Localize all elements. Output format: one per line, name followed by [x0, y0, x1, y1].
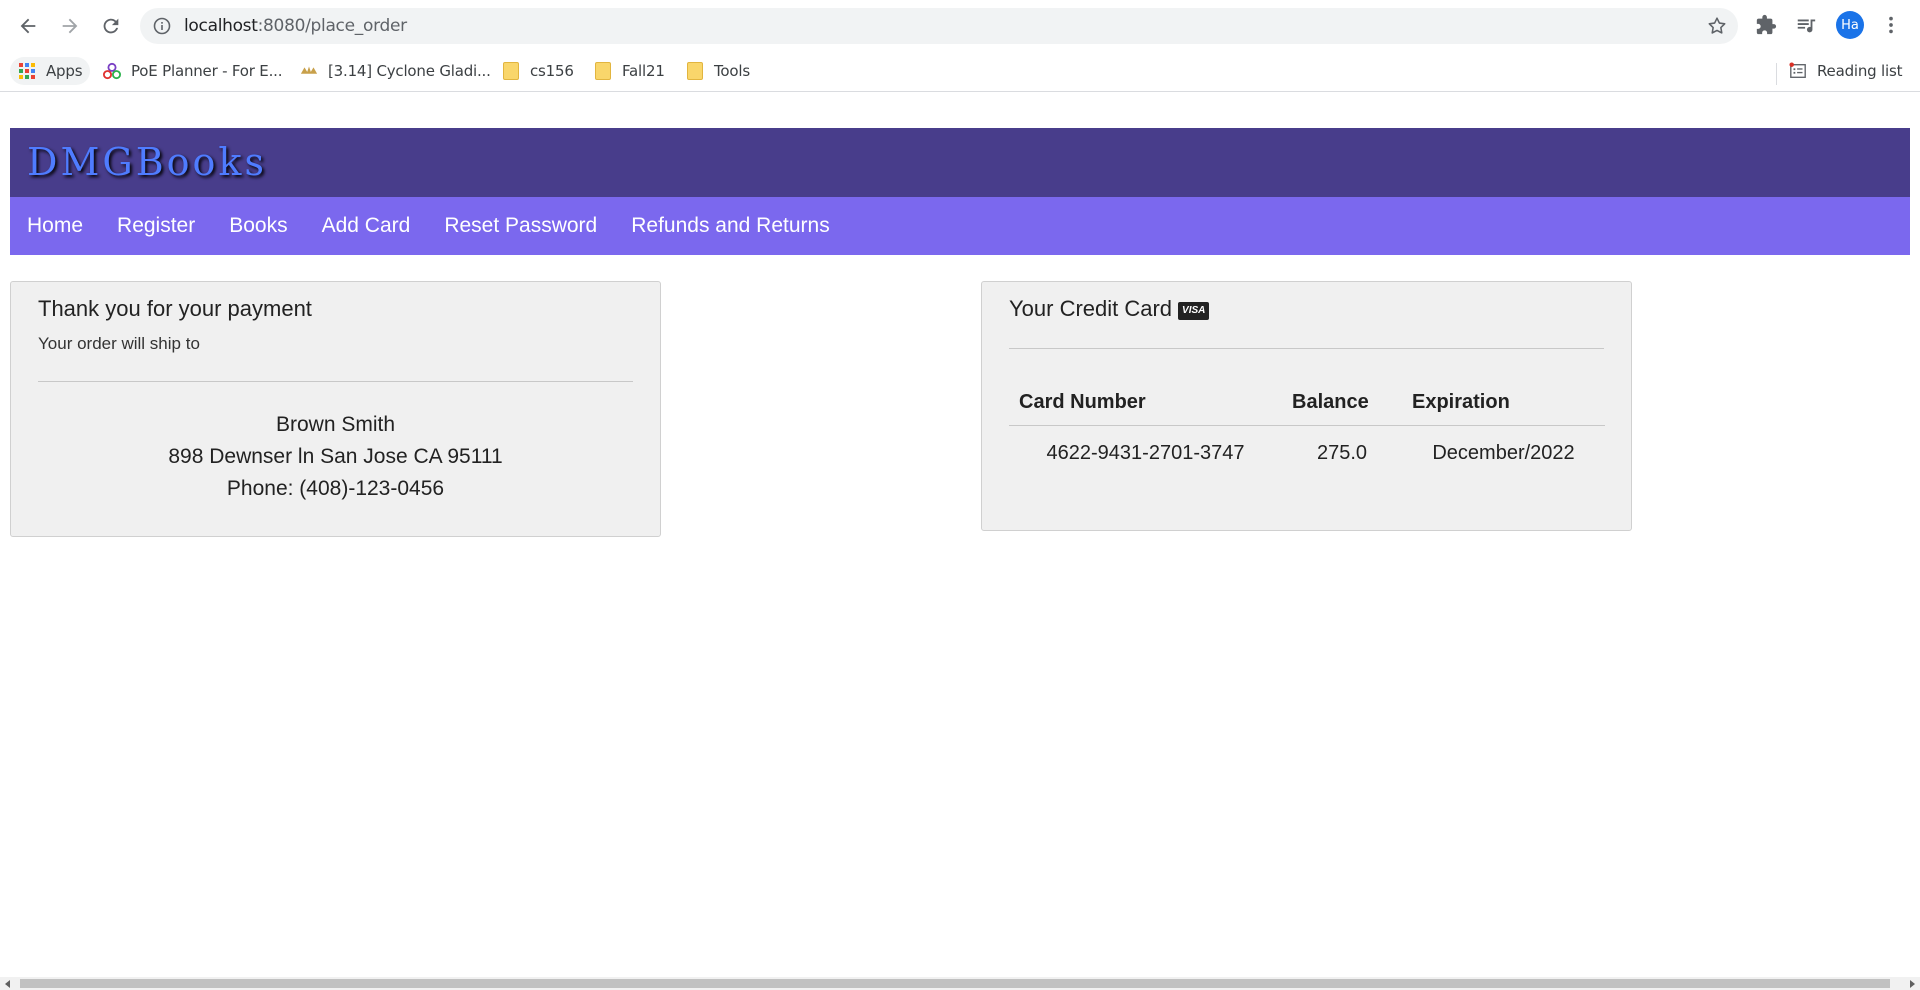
bookmarks-divider	[1776, 63, 1777, 85]
menu-kebab-icon[interactable]	[1878, 12, 1904, 38]
divider	[38, 381, 633, 382]
address-bar[interactable]: localhost:8080/place_order	[140, 8, 1738, 44]
site-nav: Home Register Books Add Card Reset Passw…	[10, 197, 1910, 255]
balance-cell: 275.0	[1316, 442, 1368, 464]
folder-icon	[686, 62, 704, 80]
nav-refunds-returns[interactable]: Refunds and Returns	[631, 214, 829, 238]
recipient-name: Brown Smith	[275, 413, 396, 436]
site-info-icon[interactable]	[152, 16, 172, 36]
url-text[interactable]: localhost:8080/place_order	[184, 16, 407, 36]
bookmarks-bar: Apps PoE Planner - For E... [3.14] Cyclo…	[0, 51, 1920, 92]
forward-arrow-icon	[62, 18, 78, 34]
site-title[interactable]: DMGBooks	[27, 140, 267, 184]
phone-number: Phone: (408)-123-0456	[226, 477, 445, 500]
order-confirmation-panel: Thank you for your payment Your order wi…	[10, 281, 661, 537]
credit-card-panel: Your Credit Card VISA Card Number Balance…	[981, 281, 1632, 531]
reading-list-label: Reading list	[1817, 62, 1903, 80]
back-button[interactable]	[12, 10, 44, 42]
scroll-left-arrow-icon[interactable]	[5, 980, 10, 988]
card-heading: Your Credit Card VISA	[1009, 296, 1210, 322]
shipping-address: Brown Smith 898 Dewnser ln San Jose CA 9…	[11, 409, 660, 505]
bookmark-poe-planner[interactable]: PoE Planner - For E...	[103, 57, 282, 85]
column-header-balance: Balance	[1282, 380, 1402, 426]
media-queue-icon[interactable]	[1793, 12, 1819, 38]
reading-list-icon	[1789, 62, 1807, 80]
nav-books[interactable]: Books	[229, 214, 287, 238]
street-address: 898 Dewnser ln San Jose CA 95111	[168, 445, 503, 468]
poe-forum-icon	[300, 62, 318, 80]
nav-add-card[interactable]: Add Card	[322, 214, 411, 238]
bookmark-label: Apps	[46, 62, 83, 80]
expiration-cell: December/2022	[1432, 442, 1575, 464]
reading-list-button[interactable]: Reading list	[1789, 57, 1902, 85]
scrollbar-thumb[interactable]	[20, 979, 1890, 988]
bookmark-star-icon[interactable]	[1706, 15, 1728, 37]
bookmark-label: Tools	[714, 62, 750, 80]
order-heading: Thank you for your payment	[38, 296, 312, 321]
bookmark-fall21[interactable]: Fall21	[594, 57, 665, 85]
table-header-row: Card Number Balance Expiration	[1009, 380, 1605, 426]
order-subheading: Your order will ship to	[38, 334, 200, 353]
folder-icon	[502, 62, 520, 80]
card-table: Card Number Balance Expiration 4622-9431…	[1009, 380, 1605, 481]
nav-reset-password[interactable]: Reset Password	[444, 214, 597, 238]
browser-toolbar: localhost:8080/place_order Ha	[0, 0, 1920, 51]
card-heading-text: Your Credit Card	[1009, 296, 1173, 321]
apps-grid-icon	[18, 62, 36, 80]
bookmark-tools[interactable]: Tools	[686, 57, 750, 85]
site-header: DMGBooks	[10, 128, 1910, 197]
divider	[1009, 348, 1604, 349]
bookmark-label: [3.14] Cyclone Gladi...	[328, 62, 491, 80]
profile-avatar[interactable]: Ha	[1836, 11, 1864, 39]
visa-icon: VISA	[1178, 302, 1210, 320]
nav-home[interactable]: Home	[27, 214, 83, 238]
url-host: localhost	[184, 16, 258, 36]
nav-register[interactable]: Register	[117, 214, 195, 238]
bookmark-cs156[interactable]: cs156	[502, 57, 574, 85]
horizontal-scrollbar[interactable]	[0, 977, 1920, 990]
back-arrow-icon	[20, 18, 36, 34]
reload-icon	[103, 18, 119, 34]
reload-button[interactable]	[95, 10, 127, 42]
url-path: :8080/place_order	[257, 16, 407, 36]
table-row: 4622-9431-2701-3747 275.0 December/2022	[1009, 426, 1605, 482]
bookmark-cyclone-gladiator[interactable]: [3.14] Cyclone Gladi...	[300, 57, 491, 85]
bookmark-label: cs156	[530, 62, 574, 80]
poe-planner-icon	[103, 62, 121, 80]
folder-icon	[594, 62, 612, 80]
column-header-card-number: Card Number	[1009, 380, 1282, 426]
column-header-expiration: Expiration	[1402, 380, 1605, 426]
bookmark-label: Fall21	[622, 62, 665, 80]
scroll-right-arrow-icon[interactable]	[1910, 980, 1915, 988]
forward-button[interactable]	[54, 10, 86, 42]
extensions-icon[interactable]	[1753, 12, 1779, 38]
card-number-cell: 4622-9431-2701-3747	[1046, 442, 1245, 464]
bookmark-apps[interactable]: Apps	[10, 57, 91, 85]
bookmark-label: PoE Planner - For E...	[131, 62, 283, 80]
